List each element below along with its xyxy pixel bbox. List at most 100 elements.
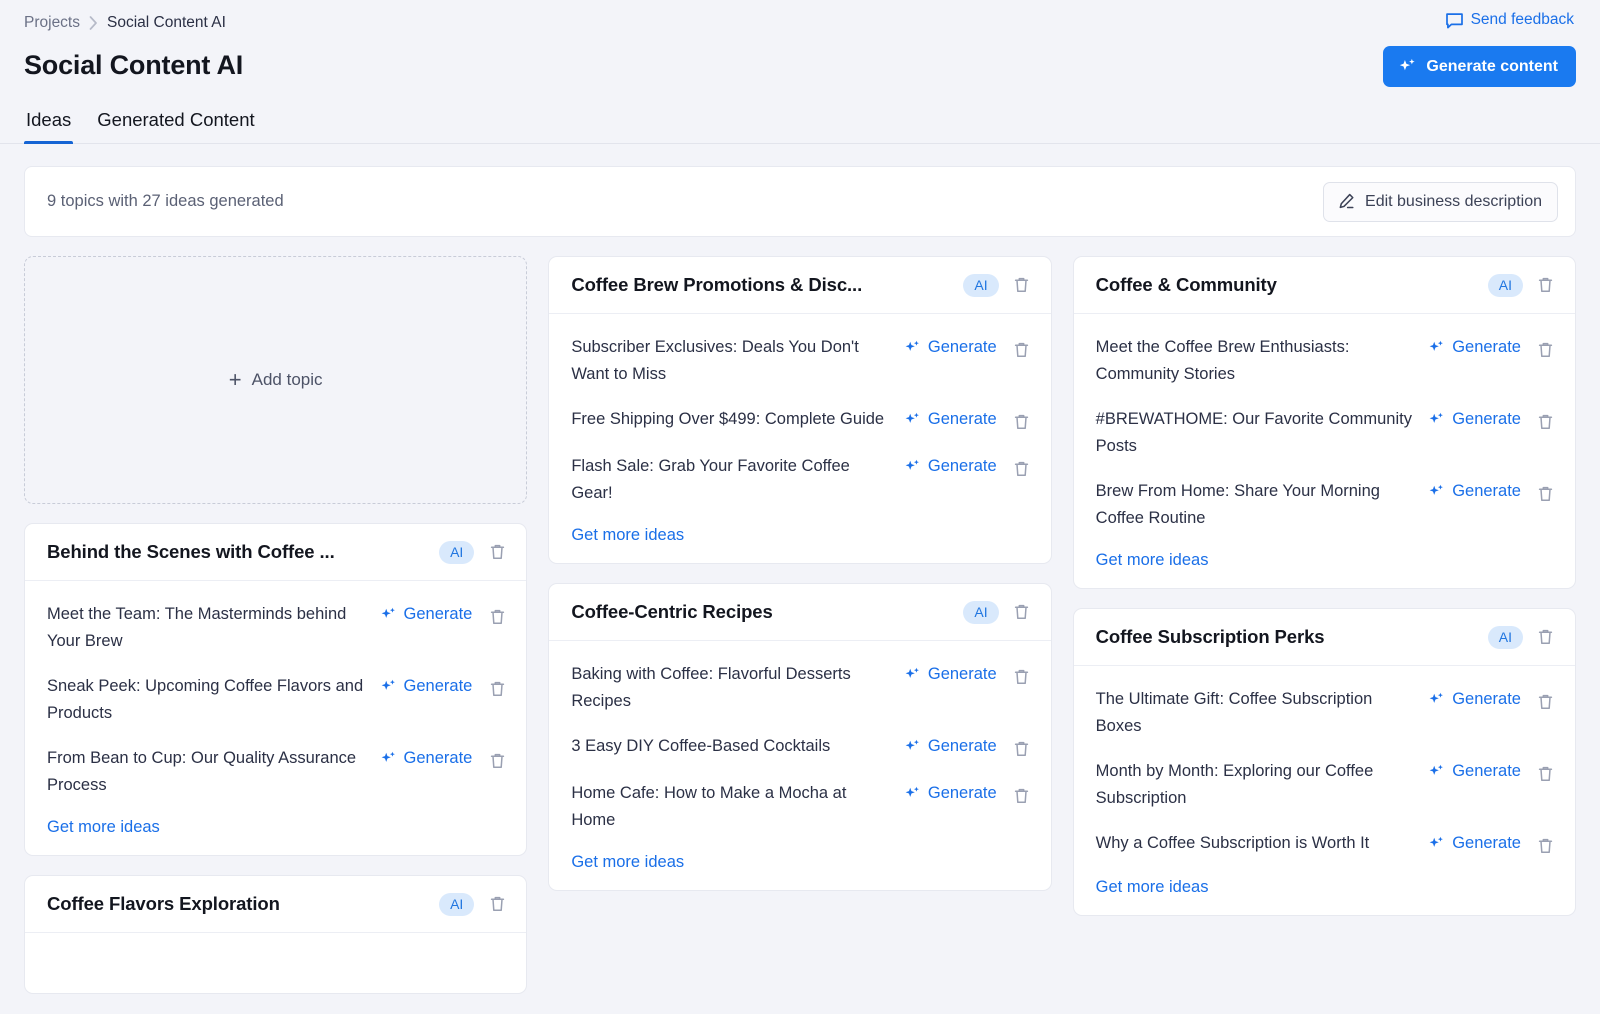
idea-text: Why a Coffee Subscription is Worth It	[1096, 830, 1417, 857]
delete-idea-button[interactable]	[1009, 337, 1035, 363]
idea-text: #BREWATHOME: Our Favorite Community Post…	[1096, 406, 1417, 460]
generate-idea-button[interactable]: Generate	[904, 733, 997, 760]
delete-idea-button[interactable]	[484, 676, 510, 702]
board-column-3: Coffee & Community AI Meet the Coffee Br…	[1073, 256, 1576, 916]
idea-text: Brew From Home: Share Your Morning Coffe…	[1096, 478, 1417, 532]
idea-text: Sneak Peek: Upcoming Coffee Flavors and …	[47, 673, 368, 727]
idea-row: 3 Easy DIY Coffee-Based Cocktails Genera…	[571, 724, 1034, 771]
get-more-ideas-link[interactable]: Get more ideas	[1096, 548, 1209, 572]
delete-idea-button[interactable]	[1009, 783, 1035, 809]
trash-icon	[1537, 628, 1554, 646]
delete-topic-button[interactable]	[1533, 272, 1559, 298]
ideas-summary-bar: 9 topics with 27 ideas generated Edit bu…	[24, 166, 1576, 237]
generate-idea-button[interactable]: Generate	[904, 453, 997, 480]
get-more-ideas-link[interactable]: Get more ideas	[571, 523, 684, 547]
get-more-ideas-link[interactable]: Get more ideas	[47, 815, 160, 839]
plus-icon: +	[229, 370, 242, 390]
delete-topic-button[interactable]	[1533, 624, 1559, 650]
sparkle-icon	[1398, 57, 1417, 76]
ai-badge[interactable]: AI	[963, 274, 998, 297]
idea-row: Baking with Coffee: Flavorful Desserts R…	[571, 652, 1034, 724]
delete-idea-button[interactable]	[1009, 736, 1035, 762]
page-title: Social Content AI	[24, 48, 1576, 82]
generate-idea-button[interactable]: Generate	[380, 673, 473, 700]
delete-idea-button[interactable]	[1533, 761, 1559, 787]
ideas-summary-text: 9 topics with 27 ideas generated	[47, 191, 284, 212]
idea-row: Brew From Home: Share Your Morning Coffe…	[1096, 469, 1559, 541]
tab-ideas[interactable]: Ideas	[24, 106, 73, 143]
generate-idea-label: Generate	[928, 780, 997, 807]
breadcrumb-projects-link[interactable]: Projects	[24, 13, 80, 33]
topic-card-header: Behind the Scenes with Coffee ... AI	[25, 524, 526, 581]
delete-idea-button[interactable]	[1533, 409, 1559, 435]
tab-ideas-label: Ideas	[26, 109, 71, 130]
tabs-bar: Ideas Generated Content	[0, 106, 1600, 144]
generate-idea-button[interactable]: Generate	[904, 780, 997, 807]
topic-card-title: Coffee Flavors Exploration	[47, 892, 429, 916]
delete-topic-button[interactable]	[484, 539, 510, 565]
ai-badge[interactable]: AI	[439, 541, 474, 564]
add-topic-tile[interactable]: + Add topic	[24, 256, 527, 504]
generate-idea-button[interactable]: Generate	[904, 406, 997, 433]
delete-topic-button[interactable]	[484, 891, 510, 917]
delete-idea-button[interactable]	[1009, 664, 1035, 690]
generate-idea-button[interactable]: Generate	[1428, 758, 1521, 785]
delete-idea-button[interactable]	[1533, 337, 1559, 363]
topic-card: Coffee-Centric Recipes AI Baking with Co…	[548, 583, 1051, 891]
tab-generated-content[interactable]: Generated Content	[95, 106, 256, 143]
trash-icon	[1013, 787, 1030, 805]
delete-idea-button[interactable]	[1533, 833, 1559, 859]
idea-text: From Bean to Cup: Our Quality Assurance …	[47, 745, 368, 799]
generate-idea-button[interactable]: Generate	[380, 745, 473, 772]
sparkle-icon	[904, 785, 921, 802]
topic-card-header: Coffee Brew Promotions & Disc... AI	[549, 257, 1050, 314]
delete-idea-button[interactable]	[484, 604, 510, 630]
topic-card-title: Coffee Brew Promotions & Disc...	[571, 273, 953, 297]
sparkle-icon	[380, 606, 397, 623]
topic-card-body: Meet the Team: The Masterminds behind Yo…	[25, 581, 526, 855]
generate-idea-button[interactable]: Generate	[904, 661, 997, 688]
delete-idea-button[interactable]	[1009, 409, 1035, 435]
idea-row: #BREWATHOME: Our Favorite Community Post…	[1096, 397, 1559, 469]
generate-idea-button[interactable]: Generate	[1428, 830, 1521, 857]
delete-idea-button[interactable]	[1533, 689, 1559, 715]
feedback-bubble-icon	[1445, 11, 1464, 30]
tab-generated-content-label: Generated Content	[97, 109, 254, 130]
delete-topic-button[interactable]	[1009, 272, 1035, 298]
delete-topic-button[interactable]	[1009, 599, 1035, 625]
delete-idea-button[interactable]	[1009, 456, 1035, 482]
get-more-ideas-link[interactable]: Get more ideas	[571, 850, 684, 874]
topic-card: Coffee Subscription Perks AI The Ultimat…	[1073, 608, 1576, 916]
generate-idea-button[interactable]: Generate	[1428, 334, 1521, 361]
generate-idea-button[interactable]: Generate	[1428, 686, 1521, 713]
trash-icon	[489, 895, 506, 913]
board-column-1: + Add topic Behind the Scenes with Coffe…	[24, 256, 527, 994]
generate-idea-button[interactable]: Generate	[904, 334, 997, 361]
topic-card-title: Coffee & Community	[1096, 273, 1478, 297]
topic-card-title: Coffee-Centric Recipes	[571, 600, 953, 624]
send-feedback-button[interactable]: Send feedback	[1443, 8, 1576, 32]
trash-icon	[1013, 413, 1030, 431]
idea-text: Meet the Coffee Brew Enthusiasts: Commun…	[1096, 334, 1417, 388]
trash-icon	[1537, 693, 1554, 711]
generate-idea-button[interactable]: Generate	[380, 601, 473, 628]
generate-idea-button[interactable]: Generate	[1428, 406, 1521, 433]
generate-content-button[interactable]: Generate content	[1383, 46, 1576, 87]
delete-idea-button[interactable]	[484, 748, 510, 774]
get-more-ideas-link[interactable]: Get more ideas	[1096, 875, 1209, 899]
trash-icon	[489, 680, 506, 698]
ai-badge[interactable]: AI	[1488, 274, 1523, 297]
generate-idea-button[interactable]: Generate	[1428, 478, 1521, 505]
trash-icon	[1537, 765, 1554, 783]
delete-idea-button[interactable]	[1533, 481, 1559, 507]
idea-row: Month by Month: Exploring our Coffee Sub…	[1096, 749, 1559, 821]
idea-text: Baking with Coffee: Flavorful Desserts R…	[571, 661, 892, 715]
topic-card-header: Coffee-Centric Recipes AI	[549, 584, 1050, 641]
ai-badge[interactable]: AI	[439, 893, 474, 916]
idea-row: Flash Sale: Grab Your Favorite Coffee Ge…	[571, 444, 1034, 516]
topic-card: Coffee Flavors Exploration AI	[24, 875, 527, 994]
ai-badge[interactable]: AI	[1488, 626, 1523, 649]
topic-card-body: Subscriber Exclusives: Deals You Don't W…	[549, 314, 1050, 563]
edit-business-description-button[interactable]: Edit business description	[1323, 182, 1558, 222]
ai-badge[interactable]: AI	[963, 601, 998, 624]
